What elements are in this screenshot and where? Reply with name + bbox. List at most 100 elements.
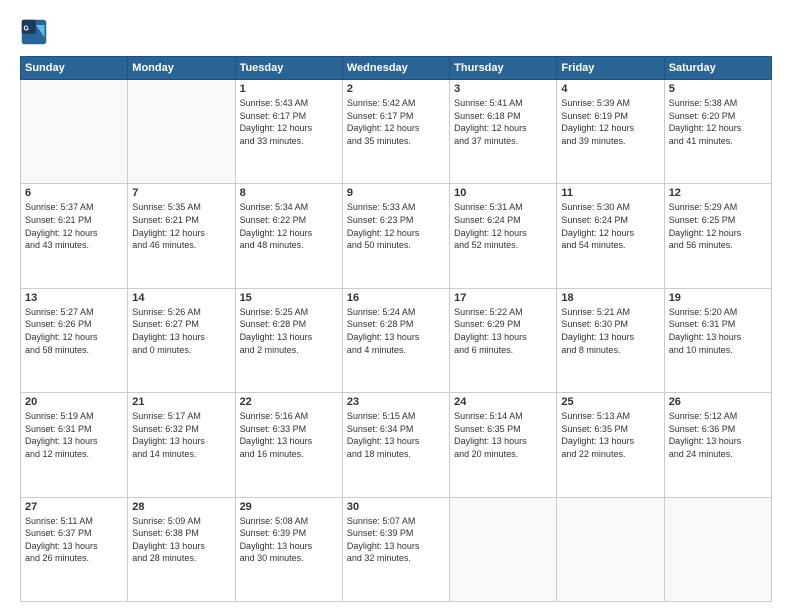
week-row-1: 1 Sunrise: 5:43 AM Sunset: 6:17 PM Daylig…: [21, 80, 772, 184]
calendar-cell: 23 Sunrise: 5:15 AM Sunset: 6:34 PM Dayli…: [342, 393, 449, 497]
calendar-cell: 26 Sunrise: 5:12 AM Sunset: 6:36 PM Dayli…: [664, 393, 771, 497]
calendar-cell: 8 Sunrise: 5:34 AM Sunset: 6:22 PM Daylig…: [235, 184, 342, 288]
page: G SundayMondayTuesdayWednesdayThursdayFr…: [0, 0, 792, 612]
calendar-cell: 17 Sunrise: 5:22 AM Sunset: 6:29 PM Dayli…: [450, 288, 557, 392]
day-info: Sunrise: 5:24 AM Sunset: 6:28 PM Dayligh…: [347, 306, 445, 356]
day-number: 15: [240, 292, 338, 304]
day-info: Sunrise: 5:08 AM Sunset: 6:39 PM Dayligh…: [240, 515, 338, 565]
day-number: 8: [240, 187, 338, 199]
day-number: 9: [347, 187, 445, 199]
calendar-cell: 10Sunrise: 5:31 AM Sunset: 6:24 PM Dayli…: [450, 184, 557, 288]
calendar-cell: 15Sunrise: 5:25 AM Sunset: 6:28 PM Dayli…: [235, 288, 342, 392]
day-info: Sunrise: 5:37 AM Sunset: 6:21 PM Dayligh…: [25, 201, 123, 251]
day-number: 6: [25, 187, 123, 199]
calendar-cell: [21, 80, 128, 184]
logo: G: [20, 18, 52, 46]
calendar-table: SundayMondayTuesdayWednesdayThursdayFrid…: [20, 56, 772, 602]
day-number: 28: [132, 501, 230, 513]
day-number: 24: [454, 396, 552, 408]
calendar-cell: 24 Sunrise: 5:14 AM Sunset: 6:35 PM Dayli…: [450, 393, 557, 497]
weekday-header-row: SundayMondayTuesdayWednesdayThursdayFrid…: [21, 57, 772, 80]
calendar-cell: 25 Sunrise: 5:13 AM Sunset: 6:35 PM Dayli…: [557, 393, 664, 497]
day-info: Sunrise: 5:16 AM Sunset: 6:33 PM Dayligh…: [240, 410, 338, 460]
calendar-cell: 28 Sunrise: 5:09 AM Sunset: 6:38 PM Dayli…: [128, 497, 235, 601]
calendar-cell: 27 Sunrise: 5:11 AM Sunset: 6:37 PM Dayli…: [21, 497, 128, 601]
day-info: Sunrise: 5:12 AM Sunset: 6:36 PM Dayligh…: [669, 410, 767, 460]
weekday-header-monday: Monday: [128, 57, 235, 80]
day-number: 11: [561, 187, 659, 199]
weekday-header-thursday: Thursday: [450, 57, 557, 80]
day-info: Sunrise: 5:42 AM Sunset: 6:17 PM Dayligh…: [347, 97, 445, 147]
day-info: Sunrise: 5:20 AM Sunset: 6:31 PM Dayligh…: [669, 306, 767, 356]
calendar-cell: 18Sunrise: 5:21 AM Sunset: 6:30 PM Dayli…: [557, 288, 664, 392]
day-info: Sunrise: 5:41 AM Sunset: 6:18 PM Dayligh…: [454, 97, 552, 147]
day-number: 3: [454, 83, 552, 95]
day-info: Sunrise: 5:14 AM Sunset: 6:35 PM Dayligh…: [454, 410, 552, 460]
day-info: Sunrise: 5:34 AM Sunset: 6:22 PM Dayligh…: [240, 201, 338, 251]
weekday-header-friday: Friday: [557, 57, 664, 80]
day-number: 17: [454, 292, 552, 304]
calendar-cell: 4Sunrise: 5:39 AM Sunset: 6:19 PM Daylig…: [557, 80, 664, 184]
calendar-cell: 11Sunrise: 5:30 AM Sunset: 6:24 PM Dayli…: [557, 184, 664, 288]
calendar-cell: 29 Sunrise: 5:08 AM Sunset: 6:39 PM Dayli…: [235, 497, 342, 601]
day-info: Sunrise: 5:13 AM Sunset: 6:35 PM Dayligh…: [561, 410, 659, 460]
calendar-cell: 21 Sunrise: 5:17 AM Sunset: 6:32 PM Dayli…: [128, 393, 235, 497]
day-number: 26: [669, 396, 767, 408]
day-number: 18: [561, 292, 659, 304]
day-number: 20: [25, 396, 123, 408]
header: G: [20, 18, 772, 46]
weekday-header-saturday: Saturday: [664, 57, 771, 80]
day-info: Sunrise: 5:22 AM Sunset: 6:29 PM Dayligh…: [454, 306, 552, 356]
calendar-cell: 3 Sunrise: 5:41 AM Sunset: 6:18 PM Daylig…: [450, 80, 557, 184]
day-number: 12: [669, 187, 767, 199]
day-number: 4: [561, 83, 659, 95]
day-number: 21: [132, 396, 230, 408]
calendar-cell: 13Sunrise: 5:27 AM Sunset: 6:26 PM Dayli…: [21, 288, 128, 392]
calendar-cell: [450, 497, 557, 601]
day-info: Sunrise: 5:29 AM Sunset: 6:25 PM Dayligh…: [669, 201, 767, 251]
day-number: 14: [132, 292, 230, 304]
day-number: 19: [669, 292, 767, 304]
day-number: 30: [347, 501, 445, 513]
calendar-cell: 12 Sunrise: 5:29 AM Sunset: 6:25 PM Dayli…: [664, 184, 771, 288]
calendar-cell: [557, 497, 664, 601]
calendar-cell: 22 Sunrise: 5:16 AM Sunset: 6:33 PM Dayli…: [235, 393, 342, 497]
day-info: Sunrise: 5:09 AM Sunset: 6:38 PM Dayligh…: [132, 515, 230, 565]
day-number: 22: [240, 396, 338, 408]
calendar-cell: 7Sunrise: 5:35 AM Sunset: 6:21 PM Daylig…: [128, 184, 235, 288]
day-number: 2: [347, 83, 445, 95]
day-info: Sunrise: 5:15 AM Sunset: 6:34 PM Dayligh…: [347, 410, 445, 460]
day-info: Sunrise: 5:07 AM Sunset: 6:39 PM Dayligh…: [347, 515, 445, 565]
calendar-cell: 6 Sunrise: 5:37 AM Sunset: 6:21 PM Daylig…: [21, 184, 128, 288]
day-info: Sunrise: 5:33 AM Sunset: 6:23 PM Dayligh…: [347, 201, 445, 251]
calendar-cell: 16Sunrise: 5:24 AM Sunset: 6:28 PM Dayli…: [342, 288, 449, 392]
day-info: Sunrise: 5:31 AM Sunset: 6:24 PM Dayligh…: [454, 201, 552, 251]
day-info: Sunrise: 5:26 AM Sunset: 6:27 PM Dayligh…: [132, 306, 230, 356]
day-info: Sunrise: 5:11 AM Sunset: 6:37 PM Dayligh…: [25, 515, 123, 565]
day-number: 1: [240, 83, 338, 95]
day-number: 29: [240, 501, 338, 513]
week-row-5: 27 Sunrise: 5:11 AM Sunset: 6:37 PM Dayli…: [21, 497, 772, 601]
calendar-cell: 9 Sunrise: 5:33 AM Sunset: 6:23 PM Daylig…: [342, 184, 449, 288]
day-number: 23: [347, 396, 445, 408]
logo-icon: G: [20, 18, 48, 46]
day-number: 7: [132, 187, 230, 199]
calendar-cell: 30 Sunrise: 5:07 AM Sunset: 6:39 PM Dayli…: [342, 497, 449, 601]
week-row-2: 6 Sunrise: 5:37 AM Sunset: 6:21 PM Daylig…: [21, 184, 772, 288]
calendar-cell: [128, 80, 235, 184]
calendar-cell: 14 Sunrise: 5:26 AM Sunset: 6:27 PM Dayli…: [128, 288, 235, 392]
calendar-cell: 19 Sunrise: 5:20 AM Sunset: 6:31 PM Dayli…: [664, 288, 771, 392]
calendar-cell: 1 Sunrise: 5:43 AM Sunset: 6:17 PM Daylig…: [235, 80, 342, 184]
calendar-cell: [664, 497, 771, 601]
day-info: Sunrise: 5:17 AM Sunset: 6:32 PM Dayligh…: [132, 410, 230, 460]
calendar-cell: 5Sunrise: 5:38 AM Sunset: 6:20 PM Daylig…: [664, 80, 771, 184]
weekday-header-tuesday: Tuesday: [235, 57, 342, 80]
day-number: 25: [561, 396, 659, 408]
calendar-cell: 2 Sunrise: 5:42 AM Sunset: 6:17 PM Daylig…: [342, 80, 449, 184]
calendar-cell: 20Sunrise: 5:19 AM Sunset: 6:31 PM Dayli…: [21, 393, 128, 497]
day-info: Sunrise: 5:43 AM Sunset: 6:17 PM Dayligh…: [240, 97, 338, 147]
day-number: 27: [25, 501, 123, 513]
weekday-header-sunday: Sunday: [21, 57, 128, 80]
svg-text:G: G: [24, 25, 30, 32]
weekday-header-wednesday: Wednesday: [342, 57, 449, 80]
